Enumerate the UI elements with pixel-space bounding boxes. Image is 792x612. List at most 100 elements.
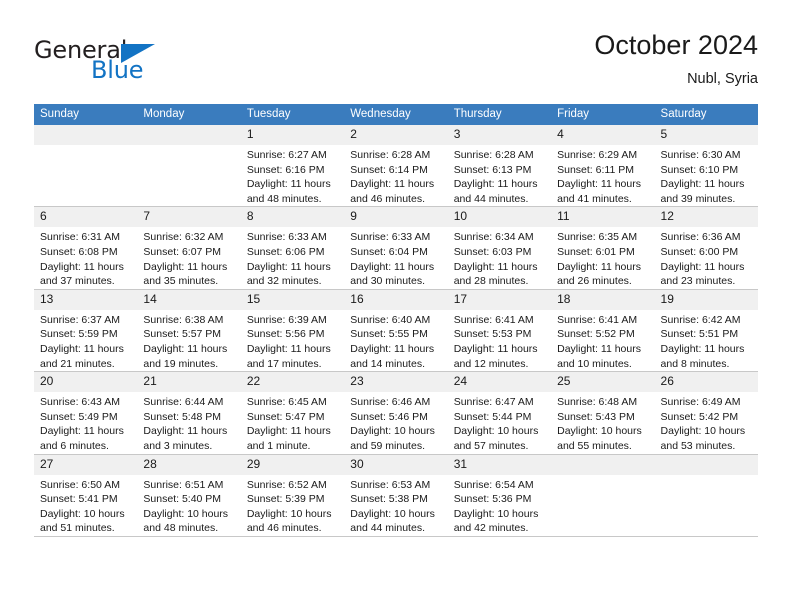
daylight-text-line1: Daylight: 11 hours: [246, 178, 331, 191]
weekday-header-sunday: Sunday: [34, 104, 138, 125]
sunrise-text: Sunrise: 6:31 AM: [40, 231, 120, 244]
sunrise-text: Sunrise: 6:53 AM: [350, 478, 431, 491]
calendar-day-cell[interactable]: 17 Sunrise: 6:41 AM Sunset: 5:53 PM Dayligh…: [447, 289, 552, 373]
daylight-text-line1: Daylight: 11 hours: [557, 178, 641, 191]
daylight-text-line1: Daylight: 11 hours: [40, 425, 124, 438]
daylight-text-line1: Daylight: 11 hours: [143, 425, 228, 438]
sunset-text: Sunset: 6:13 PM: [453, 163, 532, 176]
calendar-day-cell[interactable]: 21 Sunrise: 6:44 AM Sunset: 5:48 PM Dayligh…: [137, 371, 241, 455]
sunset-text: Sunset: 5:46 PM: [350, 410, 428, 423]
calendar-day-number: 4: [551, 125, 655, 145]
calendar-day-cell[interactable]: 24 Sunrise: 6:47 AM Sunset: 5:44 PM Dayligh…: [447, 371, 552, 455]
daylight-text-line2: and 55 minutes.: [557, 439, 632, 452]
daylight-text-line2: and 39 minutes.: [660, 192, 736, 205]
calendar-day-number: 17: [447, 289, 552, 310]
daylight-text-line1: Daylight: 10 hours: [40, 507, 125, 520]
general-blue-logo: General Blue: [34, 36, 164, 86]
calendar-day-cell[interactable]: 22 Sunrise: 6:45 AM Sunset: 5:47 PM Dayligh…: [240, 371, 345, 455]
location-subtitle: Nubl, Syria: [687, 71, 758, 87]
page-header: General Blue October 2024 Nubl, Syria: [34, 28, 758, 98]
calendar-day-cell[interactable]: 27 Sunrise: 6:50 AM Sunset: 5:41 PM Dayligh…: [34, 454, 138, 537]
calendar-day-cell[interactable]: 28 Sunrise: 6:51 AM Sunset: 5:40 PM Dayligh…: [137, 454, 241, 537]
daylight-text-line2: and 1 minute.: [246, 439, 311, 452]
weekday-header-friday: Friday: [551, 104, 655, 125]
daylight-text-line2: and 37 minutes.: [40, 275, 115, 288]
calendar-day-number: 6: [34, 207, 138, 228]
day-sun-info: Sunrise: 6:34 AM Sunset: 6:03 PM Daylight:…: [448, 227, 551, 288]
sunrise-text: Sunrise: 6:28 AM: [453, 149, 534, 161]
calendar-day-number: 22: [240, 372, 345, 393]
calendar-day-cell[interactable]: 26 Sunrise: 6:49 AM Sunset: 5:42 PM Dayligh…: [654, 371, 758, 455]
sunrise-text: Sunrise: 6:40 AM: [350, 313, 431, 326]
daylight-text-line1: Daylight: 10 hours: [143, 507, 229, 520]
daylight-text-line2: and 46 minutes.: [350, 192, 425, 205]
sunset-text: Sunset: 5:57 PM: [143, 328, 222, 341]
calendar-day-cell[interactable]: 30 Sunrise: 6:53 AM Sunset: 5:38 PM Dayligh…: [344, 454, 448, 537]
sunrise-text: Sunrise: 6:36 AM: [660, 231, 741, 244]
day-sun-info: Sunrise: 6:36 AM Sunset: 6:00 PM Daylight:…: [655, 227, 758, 288]
calendar-day-cell[interactable]: 5 Sunrise: 6:30 AM Sunset: 6:10 PM Daylight…: [654, 125, 758, 208]
sunset-text: Sunset: 6:08 PM: [40, 245, 118, 258]
sunrise-text: Sunrise: 6:37 AM: [40, 313, 120, 326]
daylight-text-line2: and 44 minutes.: [453, 192, 529, 205]
daylight-text-line2: and 19 minutes.: [143, 357, 219, 370]
sunrise-text: Sunrise: 6:28 AM: [350, 149, 431, 161]
calendar-day-cell[interactable]: 12 Sunrise: 6:36 AM Sunset: 6:00 PM Dayligh…: [654, 206, 758, 290]
day-sun-info: Sunrise: 6:53 AM Sunset: 5:38 PM Daylight:…: [344, 475, 447, 536]
daylight-text-line2: and 28 minutes.: [453, 275, 529, 288]
calendar-day-cell[interactable]: 3 Sunrise: 6:28 AM Sunset: 6:13 PM Daylight…: [447, 125, 552, 208]
day-sun-info: Sunrise: 6:41 AM Sunset: 5:52 PM Daylight:…: [551, 310, 654, 371]
calendar-day-cell[interactable]: 11 Sunrise: 6:35 AM Sunset: 6:01 PM Dayligh…: [551, 206, 655, 290]
calendar-day-number: [654, 454, 758, 475]
daylight-text-line2: and 32 minutes.: [246, 275, 322, 288]
calendar-day-cell[interactable]: 31 Sunrise: 6:54 AM Sunset: 5:36 PM Dayligh…: [447, 454, 552, 537]
sunrise-text: Sunrise: 6:45 AM: [246, 396, 327, 409]
calendar-day-number: 28: [137, 454, 241, 475]
daylight-text-line2: and 14 minutes.: [350, 357, 425, 370]
calendar-day-number: 31: [447, 454, 552, 475]
calendar-day-cell[interactable]: 7 Sunrise: 6:32 AM Sunset: 6:07 PM Daylight…: [137, 206, 241, 290]
daylight-text-line1: Daylight: 11 hours: [143, 342, 228, 355]
daylight-text-line2: and 8 minutes.: [660, 357, 730, 370]
calendar-day-cell[interactable]: 20 Sunrise: 6:43 AM Sunset: 5:49 PM Dayligh…: [34, 371, 138, 455]
daylight-text-line1: Daylight: 11 hours: [40, 260, 124, 273]
calendar-day-cell[interactable]: 10 Sunrise: 6:34 AM Sunset: 6:03 PM Dayligh…: [447, 206, 552, 290]
calendar-day-cell[interactable]: 14 Sunrise: 6:38 AM Sunset: 5:57 PM Dayligh…: [137, 289, 241, 373]
calendar-day-cell[interactable]: 16 Sunrise: 6:40 AM Sunset: 5:55 PM Dayligh…: [344, 289, 448, 373]
title-block: October 2024 Nubl, Syria: [594, 28, 758, 90]
calendar-day-cell[interactable]: 2 Sunrise: 6:28 AM Sunset: 6:14 PM Daylight…: [344, 125, 448, 208]
day-sun-info: Sunrise: 6:28 AM Sunset: 6:13 PM Daylight:…: [448, 145, 551, 206]
calendar-day-cell[interactable]: 19 Sunrise: 6:42 AM Sunset: 5:51 PM Dayligh…: [654, 289, 758, 373]
calendar-day-cell[interactable]: 6 Sunrise: 6:31 AM Sunset: 6:08 PM Daylight…: [34, 206, 138, 290]
day-sun-info: Sunrise: 6:50 AM Sunset: 5:41 PM Daylight:…: [34, 475, 137, 536]
calendar-week-row: 27 Sunrise: 6:50 AM Sunset: 5:41 PM Dayligh…: [34, 454, 758, 537]
calendar-day-cell[interactable]: 1 Sunrise: 6:27 AM Sunset: 6:16 PM Daylight…: [240, 125, 345, 208]
calendar-day-cell[interactable]: 8 Sunrise: 6:33 AM Sunset: 6:06 PM Daylight…: [240, 206, 345, 290]
daylight-text-line1: Daylight: 10 hours: [453, 425, 539, 438]
calendar-day-cell[interactable]: 18 Sunrise: 6:41 AM Sunset: 5:52 PM Dayligh…: [551, 289, 655, 373]
calendar-day-cell[interactable]: 15 Sunrise: 6:39 AM Sunset: 5:56 PM Dayligh…: [240, 289, 345, 373]
calendar-day-cell[interactable]: 4 Sunrise: 6:29 AM Sunset: 6:11 PM Daylight…: [551, 125, 655, 208]
day-sun-info: Sunrise: 6:44 AM Sunset: 5:48 PM Daylight:…: [137, 392, 240, 453]
daylight-text-line1: Daylight: 11 hours: [246, 260, 331, 273]
day-sun-info: Sunrise: 6:49 AM Sunset: 5:42 PM Daylight:…: [655, 392, 758, 453]
calendar-day-number: 1: [240, 125, 345, 145]
calendar-day-number: 5: [654, 125, 758, 145]
daylight-text-line2: and 42 minutes.: [453, 522, 529, 535]
daylight-text-line2: and 26 minutes.: [557, 275, 632, 288]
daylight-text-line2: and 46 minutes.: [246, 522, 322, 535]
weekday-header-tuesday: Tuesday: [240, 104, 345, 125]
calendar-day-number: 24: [447, 372, 552, 393]
calendar-day-cell[interactable]: 9 Sunrise: 6:33 AM Sunset: 6:04 PM Daylight…: [344, 206, 448, 290]
sunrise-text: Sunrise: 6:41 AM: [453, 313, 534, 326]
calendar-day-cell[interactable]: 23 Sunrise: 6:46 AM Sunset: 5:46 PM Dayligh…: [344, 371, 448, 455]
calendar-day-cell[interactable]: 25 Sunrise: 6:48 AM Sunset: 5:43 PM Dayligh…: [551, 371, 655, 455]
calendar-day-number: 26: [654, 372, 758, 393]
calendar-day-number: 23: [344, 372, 448, 393]
calendar-day-cell[interactable]: 13 Sunrise: 6:37 AM Sunset: 5:59 PM Dayligh…: [34, 289, 138, 373]
sunset-text: Sunset: 5:48 PM: [143, 410, 222, 423]
sunrise-text: Sunrise: 6:44 AM: [143, 396, 224, 409]
sunset-text: Sunset: 6:00 PM: [660, 245, 739, 258]
calendar-day-cell[interactable]: 29 Sunrise: 6:52 AM Sunset: 5:39 PM Dayligh…: [240, 454, 345, 537]
sunset-text: Sunset: 5:39 PM: [246, 493, 325, 506]
